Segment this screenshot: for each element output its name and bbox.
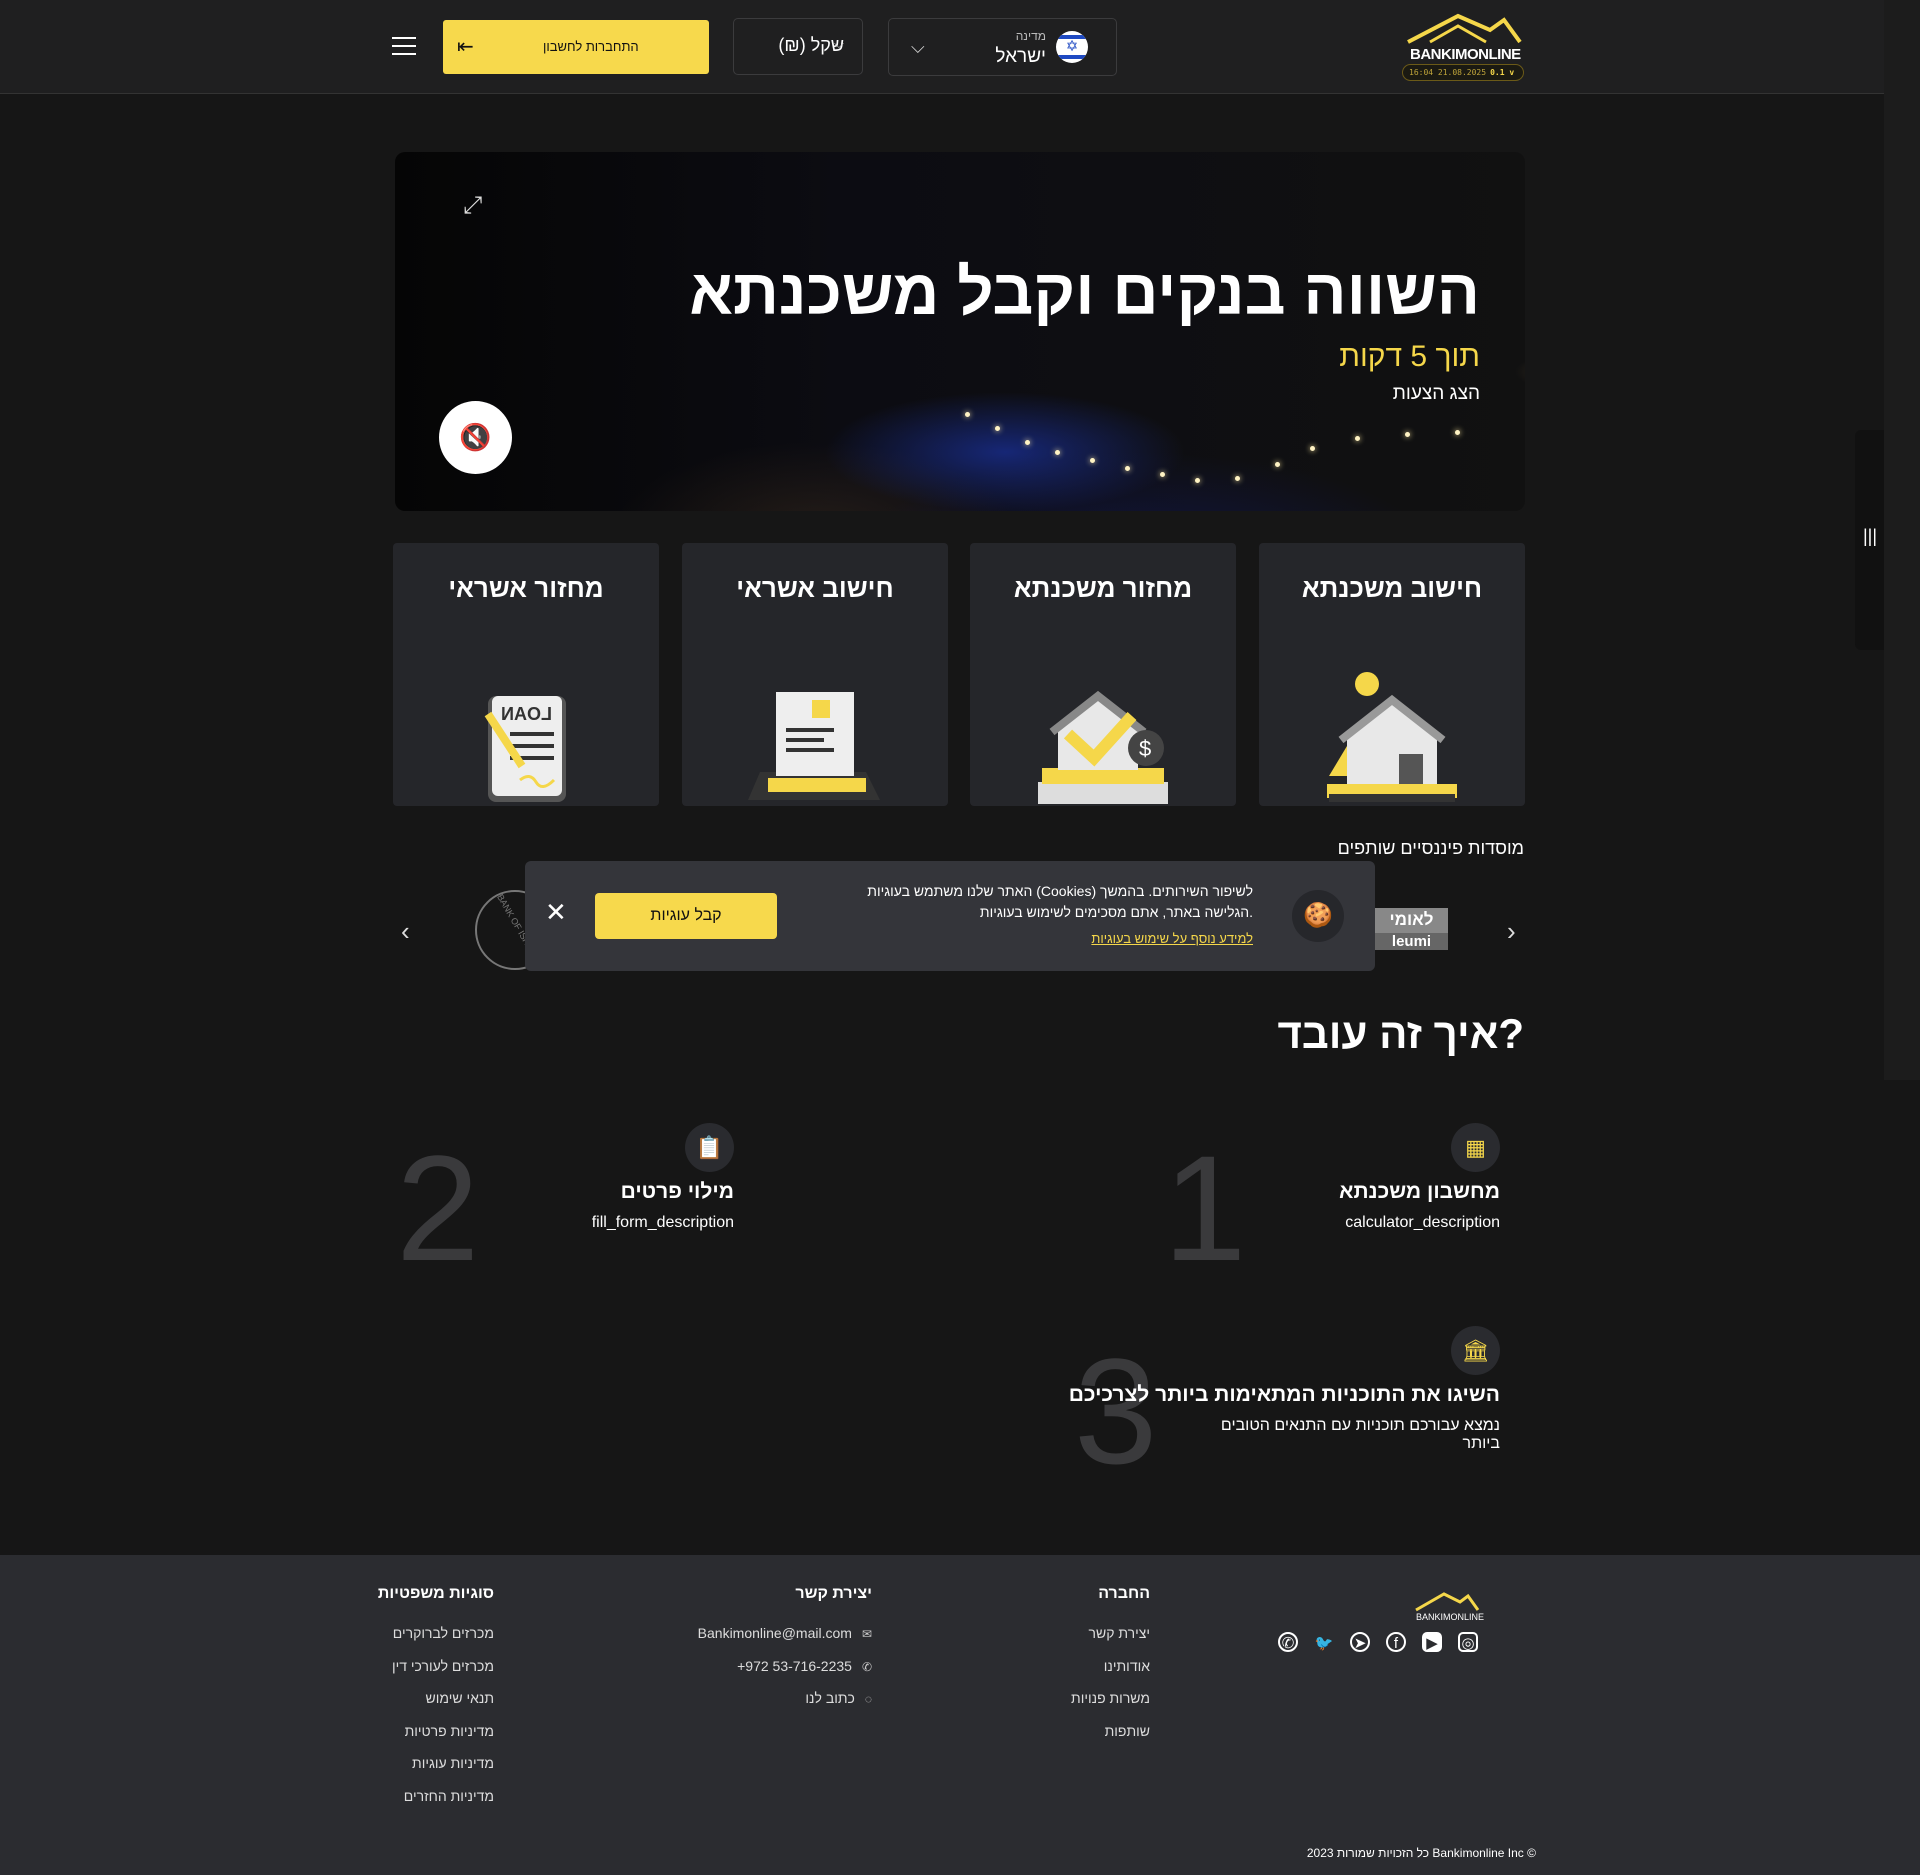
expand-icon[interactable]: ⤢ <box>463 192 482 220</box>
step-title: מחשבון משכנתא <box>1339 1180 1500 1203</box>
partners-title: מוסדות פיננסיים שותפים <box>1337 838 1524 858</box>
calculator-icon: ▦ <box>1451 1123 1500 1172</box>
hero-video: ⤢ השווה בנקים וקבל משכנתא תוך 5 דקות הצג… <box>395 152 1525 511</box>
roof-logo-icon <box>1415 1592 1480 1612</box>
top-header: BANKIMONLINE 16:04 21.08.2025 0.1 v מדינה… <box>0 0 1884 94</box>
country-select[interactable]: מדינה ישראל ✡ ⌵ <box>888 18 1117 76</box>
logo[interactable]: BANKIMONLINE 16:04 21.08.2025 0.1 v <box>1400 12 1526 84</box>
footer-link[interactable]: מדיניות החזרים <box>378 1788 494 1821</box>
build-badge: 16:04 21.08.2025 0.1 v <box>1402 64 1524 81</box>
instagram-icon[interactable]: ◎ <box>1458 1632 1478 1652</box>
footer-link[interactable]: אודותינו <box>1071 1658 1150 1691</box>
twitter-icon[interactable]: 🐦 <box>1314 1634 1334 1654</box>
bank-icon: 🏛 <box>1451 1326 1500 1375</box>
card-title: מחזור משכנתא <box>1013 573 1193 603</box>
footer-link[interactable]: יצירת קשר <box>1071 1625 1150 1658</box>
hero-title: השווה בנקים וקבל משכנתא <box>689 256 1480 328</box>
footer-link[interactable]: מכרזים לעורכי דין <box>378 1658 494 1691</box>
card-mortgage-calc[interactable]: חישוב משכנתא <box>1259 543 1525 806</box>
step-number: 1 <box>1163 1124 1247 1292</box>
country-label: מדינה <box>1015 29 1046 43</box>
cookie-banner: 🍪 האתר שלנו משתמש בעוגיות (Cookies) לשיפ… <box>525 861 1375 971</box>
leumi-logo[interactable]: לאומי leumi <box>1375 908 1448 950</box>
whatsapp-icon[interactable]: ✆ <box>1278 1632 1298 1652</box>
footer-phone[interactable]: +972 53-716-2235 ✆ <box>698 1658 872 1691</box>
card-title: מחזור אשראי <box>448 573 604 603</box>
how-it-works-title: איך זה עובד? <box>1277 1010 1524 1057</box>
cookie-info-link[interactable]: למידע נוסף על שימוש בעוגיות <box>1091 931 1253 946</box>
footer-email[interactable]: Bankimonline@mail.com ✉ <box>698 1625 872 1658</box>
step-description: נמצא עבורכם תוכניות עם התנאים הטובים ביו… <box>1220 1417 1500 1452</box>
israel-flag-icon: ✡ <box>1056 31 1088 63</box>
chevron-left-icon[interactable]: ‹ <box>401 916 410 947</box>
svg-text:LOAN: LOAN <box>501 704 552 724</box>
mute-button[interactable]: 🔇 <box>439 401 512 474</box>
footer-link[interactable]: מדיניות עוגיות <box>378 1755 494 1788</box>
close-icon[interactable]: ✕ <box>545 897 567 928</box>
step-number: 2 <box>396 1124 480 1292</box>
step-title: השיגו את התוכניות המתאימות ביותר לצרכיכם <box>1068 1383 1500 1406</box>
login-icon: ⇤ <box>457 36 474 58</box>
footer-write-us[interactable]: כתוב לנו ◌ <box>698 1690 872 1723</box>
clipboard-icon: 📋 <box>685 1123 734 1172</box>
mail-icon: ✉ <box>861 1627 872 1641</box>
footer-link[interactable]: משרות פנויות <box>1071 1690 1150 1723</box>
currency-select[interactable]: (₪) שקל ⌵ <box>733 18 863 75</box>
login-button[interactable]: התחברות לחשבון ⇤ <box>443 20 709 74</box>
footer: BANKIMONLINE ✆ 🐦 ➤ f ▶ ◎ החברה יצירת קשר אודו… <box>0 1555 1920 1875</box>
telegram-icon[interactable]: ➤ <box>1350 1632 1370 1652</box>
footer-link[interactable]: שותפות <box>1071 1723 1150 1756</box>
footer-company-title: החברה <box>1098 1585 1150 1602</box>
phone-icon: ✆ <box>861 1659 872 1674</box>
chevron-down-icon: ⌵ <box>834 36 844 51</box>
chevron-down-icon: ⌵ <box>911 37 925 57</box>
whatsapp-icon: ◌ <box>864 1692 872 1706</box>
social-links: ✆ 🐦 ➤ f ▶ ◎ <box>1278 1632 1494 1654</box>
card-mortgage-refinance[interactable]: מחזור משכנתא $ <box>970 543 1236 806</box>
speaker-muted-icon: 🔇 <box>459 422 492 452</box>
step-description: calculator_description <box>1345 1214 1500 1231</box>
step-title: מילוי פרטים <box>620 1180 734 1203</box>
country-value: ישראל <box>995 46 1046 67</box>
loan-document-icon: LOAN <box>484 696 566 802</box>
footer-legal-title: סוגיות משפטיות <box>377 1585 494 1602</box>
hero-subtitle: תוך 5 דקות <box>1339 340 1480 373</box>
cookie-text: האתר שלנו משתמש בעוגיות (Cookies) לשיפור… <box>867 883 1253 920</box>
svg-text:$: $ <box>1139 736 1151 761</box>
card-credit-calc[interactable]: חישוב אשראי <box>682 543 948 806</box>
step-description: fill_form_description <box>591 1214 734 1231</box>
side-panel-handle[interactable]: ||| <box>1855 430 1884 650</box>
show-offers-link[interactable]: הצג הצעות <box>1393 383 1480 405</box>
facebook-icon[interactable]: f <box>1386 1632 1406 1652</box>
chevron-right-icon[interactable]: › <box>1507 916 1516 947</box>
footer-company: החברה יצירת קשר אודותינו משרות פנויות שו… <box>1071 1585 1150 1755</box>
footer-logo[interactable]: BANKIMONLINE <box>1412 1590 1484 1626</box>
house-refinance-icon: $ <box>1038 690 1168 804</box>
grip-icon: ||| <box>1863 526 1878 546</box>
accept-cookies-button[interactable]: קבל עוגיות <box>595 893 777 939</box>
footer-legal: סוגיות משפטיות מכרזים לברוקרים מכרזים לע… <box>378 1585 494 1820</box>
scrollbar[interactable] <box>1884 0 1920 1080</box>
footer-contact: יצירת קשר Bankimonline@mail.com ✉ +972 53… <box>698 1585 872 1723</box>
logo-text: BANKIMONLINE <box>1410 46 1521 63</box>
copyright: 2023 כל הזכויות שמורות Bankimonline Inc … <box>1306 1846 1536 1860</box>
footer-link[interactable]: מכרזים לברוקרים <box>378 1625 494 1658</box>
login-label: התחברות לחשבון <box>543 39 639 54</box>
step-number: 3 <box>1074 1327 1158 1495</box>
cookie-icon: 🍪 <box>1292 890 1344 942</box>
footer-link[interactable]: תנאי שימוש <box>378 1690 495 1723</box>
card-title: חישוב משכנתא <box>1301 573 1483 603</box>
house-coin-icon <box>1327 672 1457 802</box>
footer-link[interactable]: מדיניות פרטיות <box>378 1723 494 1756</box>
night-lights <box>955 402 1515 492</box>
menu-icon[interactable] <box>392 37 416 57</box>
card-title: חישוב אשראי <box>736 573 894 603</box>
footer-contact-title: יצירת קשר <box>795 1585 872 1602</box>
youtube-icon[interactable]: ▶ <box>1422 1632 1442 1652</box>
card-credit-refinance[interactable]: מחזור אשראי LOAN <box>393 543 659 806</box>
laptop-document-icon <box>748 692 880 800</box>
